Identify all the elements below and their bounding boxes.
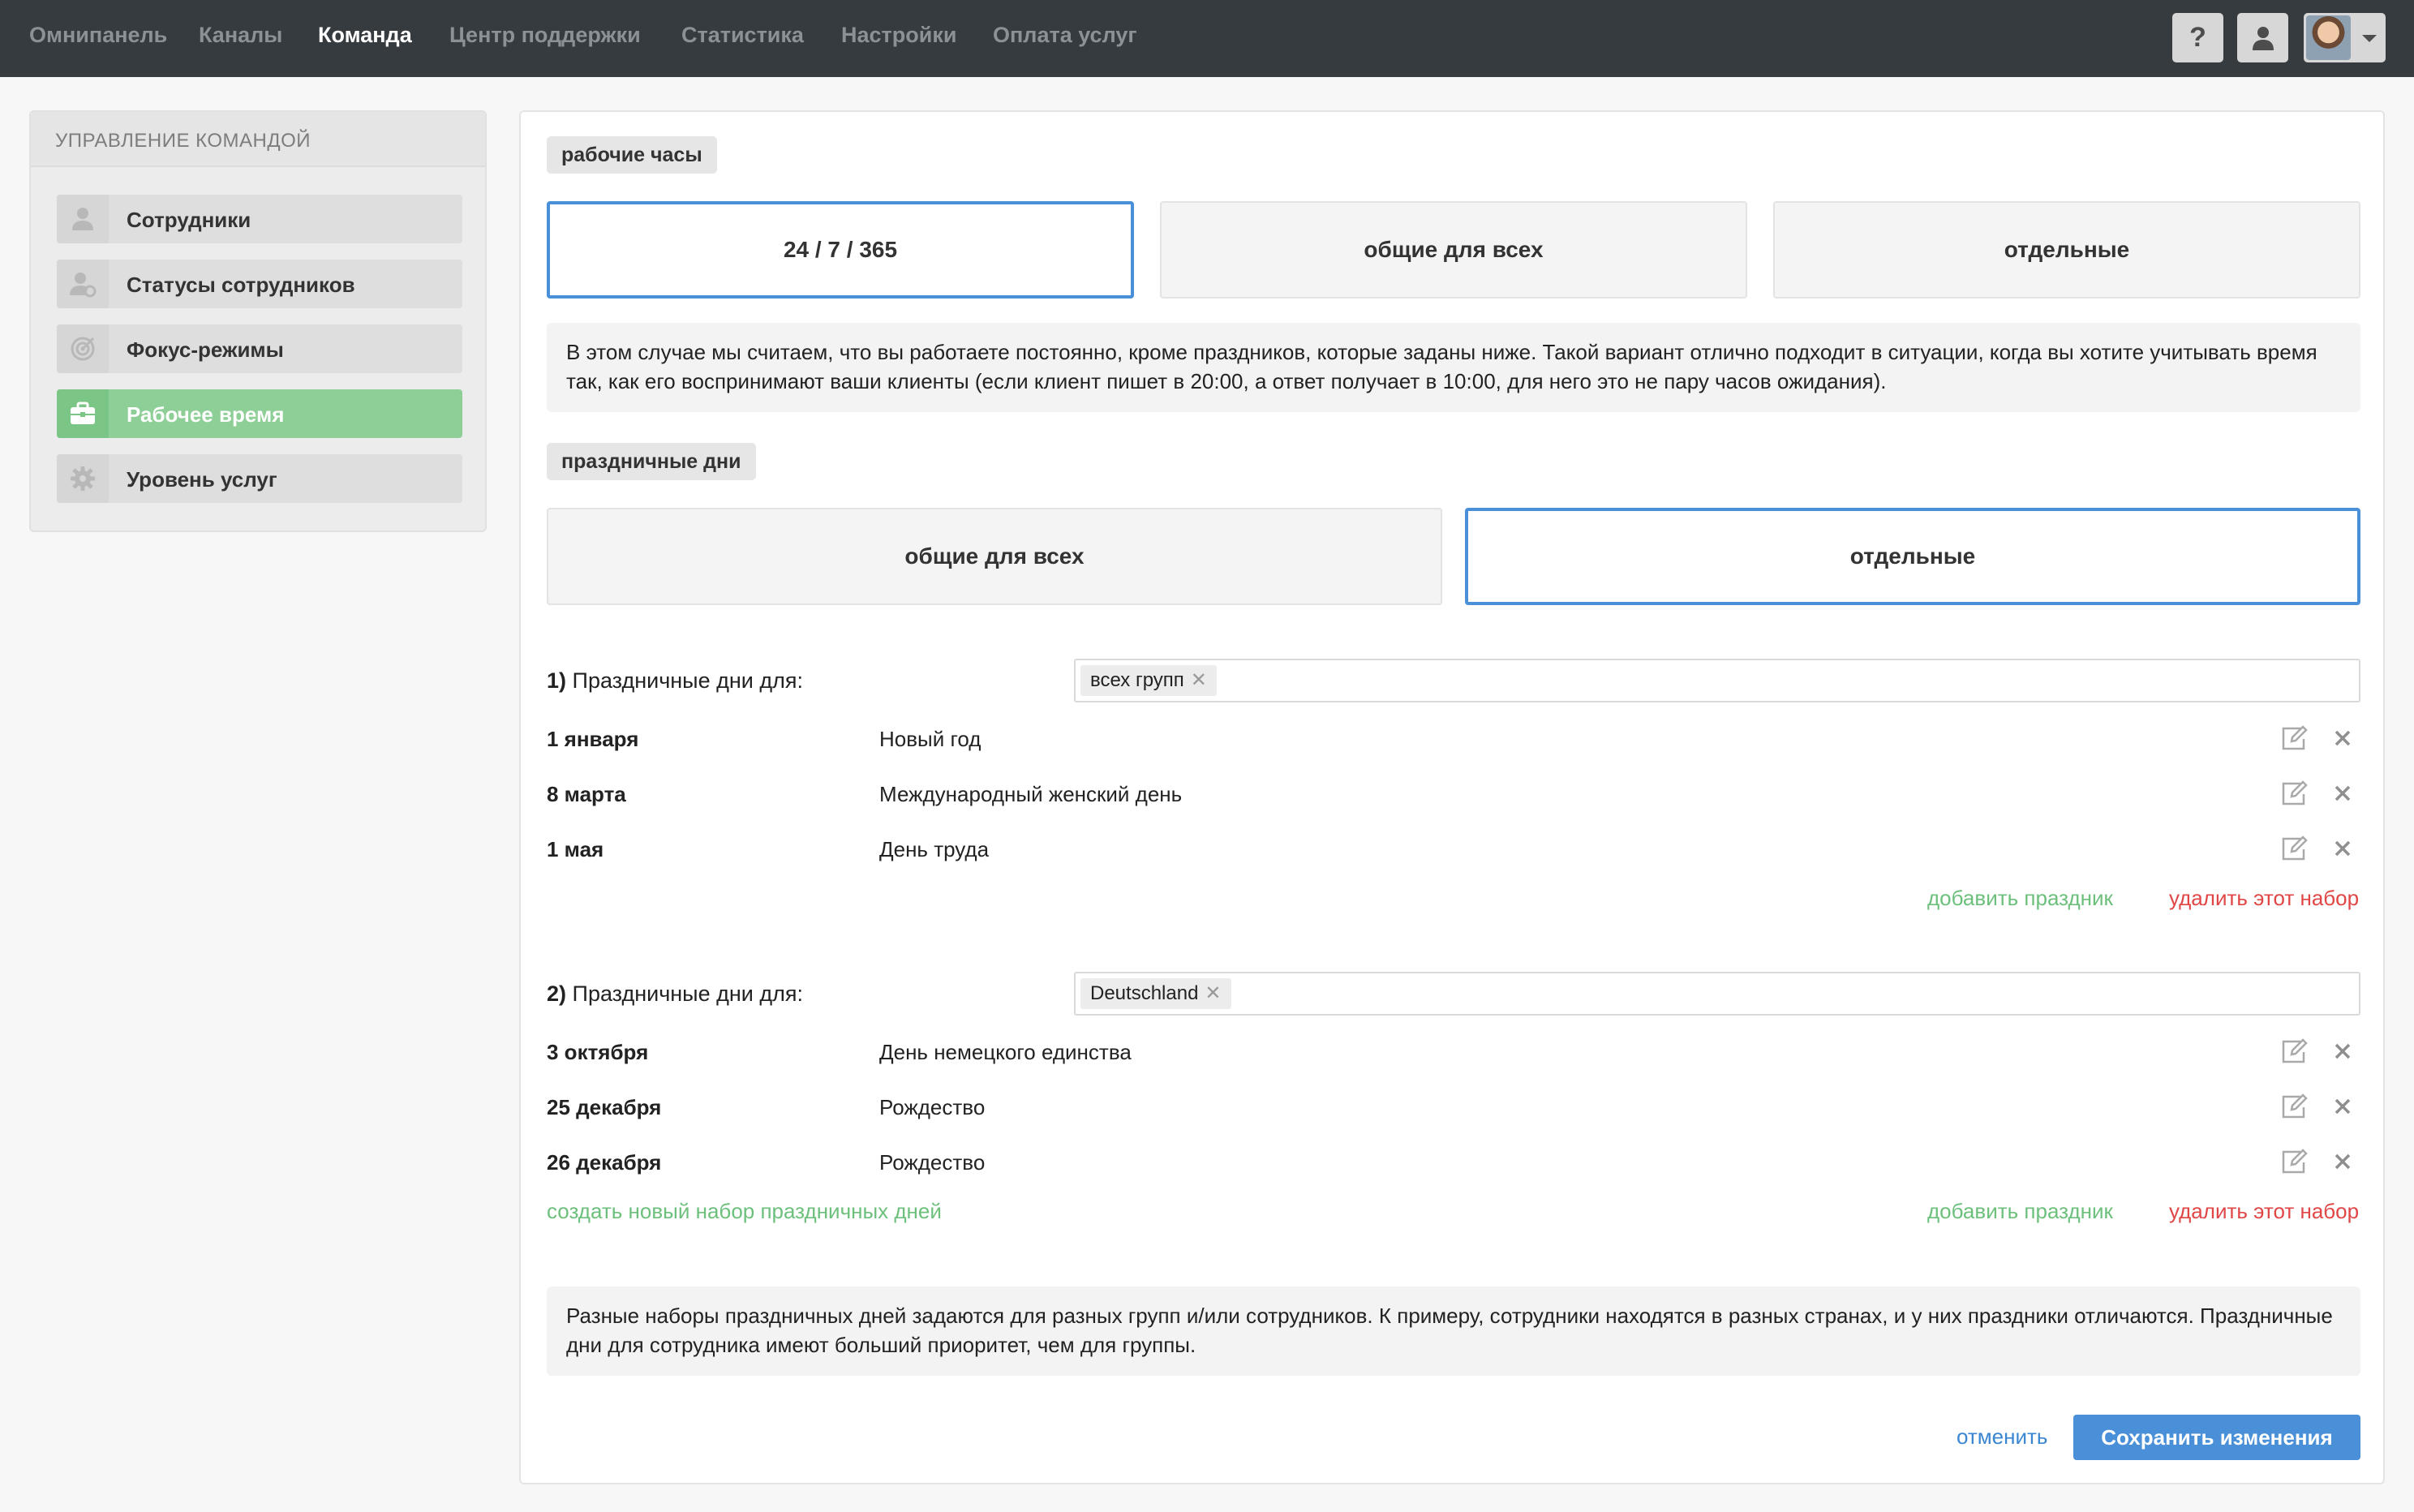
sidebar-item-employee-statuses[interactable]: Статусы сотрудников: [57, 260, 462, 308]
target-tag: всех групп ✕: [1080, 665, 1217, 696]
holiday-date: 1 мая: [547, 837, 604, 861]
edit-icon[interactable]: [2279, 1092, 2309, 1121]
holiday-row: 1 января Новый год: [547, 722, 2360, 754]
sidebar-item-employees[interactable]: Сотрудники: [57, 195, 462, 243]
sidebar-item-label: Уровень услуг: [127, 467, 277, 492]
sidebar-item-working-time[interactable]: Рабочее время: [57, 389, 462, 438]
nav-statistics[interactable]: Статистика: [681, 23, 804, 48]
holiday-set-1-title: 1) Праздничные дни для:: [547, 668, 803, 694]
delete-icon[interactable]: [2331, 1150, 2354, 1173]
top-navigation-bar: Омнипанель Каналы Команда Центр поддержк…: [0, 0, 2414, 77]
sidebar: УПРАВЛЕНИЕ КОМАНДОЙ Сотрудники Статусы с…: [29, 110, 487, 532]
briefcase-icon: [71, 402, 95, 424]
gear-icon: [71, 466, 95, 491]
holiday-set-2-target-field[interactable]: Deutschland ✕: [1074, 972, 2360, 1016]
user-icon: [2252, 26, 2274, 50]
sidebar-item-service-level[interactable]: Уровень услуг: [57, 454, 462, 503]
save-changes-button[interactable]: Сохранить изменения: [2073, 1415, 2360, 1460]
chevron-down-icon: [2362, 35, 2377, 42]
delete-set-link[interactable]: удалить этот набор: [2169, 1199, 2359, 1224]
working-hours-option-individual[interactable]: отдельные: [1773, 201, 2360, 299]
delete-set-link[interactable]: удалить этот набор: [2169, 886, 2359, 911]
help-icon: ?: [2189, 22, 2206, 53]
user-icon: [72, 208, 93, 230]
option-label: отдельные: [2004, 237, 2130, 262]
option-label: 24 / 7 / 365: [783, 237, 898, 262]
sidebar-item-focus-modes[interactable]: Фокус-режимы: [57, 324, 462, 373]
edit-icon[interactable]: [2279, 1147, 2309, 1176]
delete-icon[interactable]: [2331, 782, 2354, 805]
working-time-panel: рабочие часы 24 / 7 / 365 общие для всех…: [519, 110, 2385, 1484]
sidebar-item-label: Фокус-режимы: [127, 337, 284, 362]
edit-icon[interactable]: [2279, 724, 2309, 753]
holiday-date: 1 января: [547, 727, 639, 751]
holiday-date: 26 декабря: [547, 1150, 662, 1175]
tag-remove-icon[interactable]: ✕: [1205, 982, 1221, 1004]
holiday-row: 1 мая День труда: [547, 832, 2360, 865]
holiday-name: День немецкого единства: [879, 1040, 1132, 1064]
holidays-label: праздничные дни: [547, 443, 756, 480]
delete-icon[interactable]: [2331, 1095, 2354, 1118]
option-label: общие для всех: [904, 543, 1085, 569]
holiday-date: 8 марта: [547, 782, 626, 806]
sidebar-item-label: Статусы сотрудников: [127, 273, 355, 297]
holiday-date: 25 декабря: [547, 1095, 662, 1119]
edit-icon[interactable]: [2279, 834, 2309, 863]
edit-icon[interactable]: [2279, 1037, 2309, 1066]
holiday-name: Новый год: [879, 727, 981, 751]
profile-menu-button[interactable]: [2304, 13, 2386, 62]
create-holiday-set-link[interactable]: создать новый набор праздничных дней: [547, 1199, 942, 1224]
help-button[interactable]: ?: [2172, 13, 2223, 62]
add-holiday-link[interactable]: добавить праздник: [1927, 1199, 2113, 1224]
cancel-link[interactable]: отменить: [1957, 1424, 2047, 1450]
nav-settings[interactable]: Настройки: [841, 23, 956, 48]
working-hours-info: В этом случае мы считаем, что вы работае…: [547, 323, 2360, 412]
delete-icon[interactable]: [2331, 1040, 2354, 1063]
set-number: 2): [547, 982, 567, 1006]
delete-icon[interactable]: [2331, 837, 2354, 860]
holiday-name: Международный женский день: [879, 782, 1183, 806]
target-tag: Deutschland ✕: [1080, 978, 1231, 1009]
set-number: 1): [547, 668, 567, 693]
sidebar-header: УПРАВЛЕНИЕ КОМАНДОЙ: [31, 112, 485, 167]
holiday-row: 8 марта Международный женский день: [547, 777, 2360, 810]
working-hours-option-24-7[interactable]: 24 / 7 / 365: [547, 201, 1134, 299]
nav-team[interactable]: Команда: [318, 23, 412, 48]
set-title-text: Праздничные дни для:: [572, 982, 803, 1006]
target-icon: [71, 337, 95, 361]
option-label: общие для всех: [1364, 237, 1544, 262]
sidebar-title: УПРАВЛЕНИЕ КОМАНДОЙ: [55, 130, 311, 152]
nav-billing[interactable]: Оплата услуг: [993, 23, 1137, 48]
holiday-set-1-target-field[interactable]: всех групп ✕: [1074, 659, 2360, 702]
nav-channels[interactable]: Каналы: [199, 23, 282, 48]
holiday-name: Рождество: [879, 1150, 986, 1175]
nav-support-center[interactable]: Центр поддержки: [449, 23, 641, 48]
holiday-date: 3 октября: [547, 1040, 649, 1064]
delete-icon[interactable]: [2331, 727, 2354, 750]
holidays-option-common[interactable]: общие для всех: [547, 508, 1442, 605]
add-holiday-link[interactable]: добавить праздник: [1927, 886, 2113, 911]
nav-omnipanel[interactable]: Омнипанель: [29, 23, 167, 48]
tag-label: Deutschland: [1090, 982, 1199, 1004]
option-label: отдельные: [1849, 543, 1976, 569]
holiday-name: День труда: [879, 837, 990, 861]
holiday-row: 26 декабря Рождество: [547, 1145, 2360, 1178]
holiday-row: 3 октября День немецкого единства: [547, 1035, 2360, 1067]
holiday-name: Рождество: [879, 1095, 986, 1119]
holidays-option-individual[interactable]: отдельные: [1465, 508, 2360, 605]
set-title-text: Праздничные дни для:: [572, 668, 803, 693]
edit-icon[interactable]: [2279, 779, 2309, 808]
working-hours-label: рабочие часы: [547, 136, 717, 174]
tag-remove-icon[interactable]: ✕: [1191, 669, 1207, 691]
sidebar-item-label: Сотрудники: [127, 208, 251, 232]
working-hours-option-common[interactable]: общие для всех: [1160, 201, 1747, 299]
holiday-set-2-title: 2) Праздничные дни для:: [547, 982, 803, 1007]
tag-label: всех групп: [1090, 669, 1184, 691]
user-button[interactable]: [2237, 13, 2288, 62]
holiday-row: 25 декабря Рождество: [547, 1090, 2360, 1123]
user-status-icon: [70, 273, 97, 298]
holidays-info: Разные наборы праздничных дней задаются …: [547, 1286, 2360, 1376]
avatar: [2306, 15, 2351, 60]
sidebar-item-label: Рабочее время: [127, 402, 285, 427]
